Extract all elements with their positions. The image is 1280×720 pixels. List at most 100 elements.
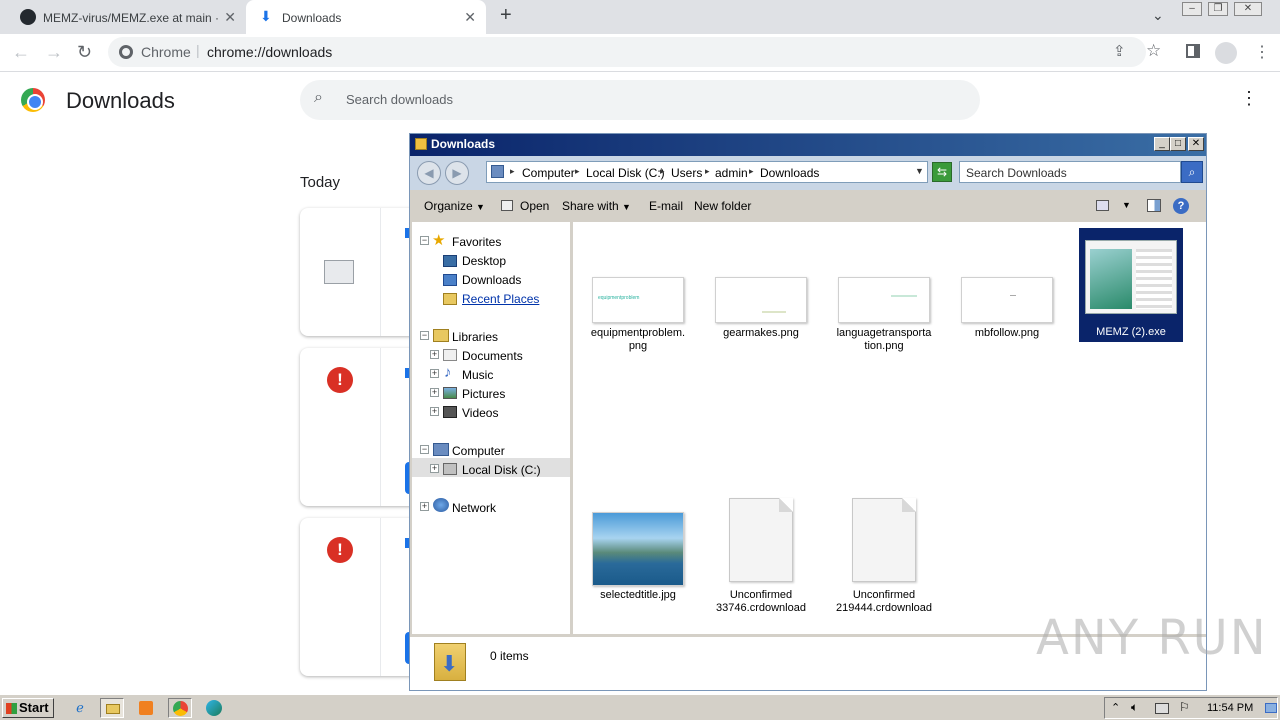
card-divider: [380, 348, 381, 506]
file-item[interactable]: selectedtitle.jpg: [583, 498, 693, 601]
breadcrumb-downloads[interactable]: Downloads: [760, 166, 819, 180]
edge-icon[interactable]: [202, 698, 226, 718]
maximize-button[interactable]: □: [1170, 137, 1186, 151]
nav-computer[interactable]: Computer: [452, 444, 505, 458]
nav-local-disk[interactable]: Local Disk (C:): [462, 463, 541, 477]
nav-network[interactable]: Network: [452, 501, 496, 515]
chevron-down-icon[interactable]: ▼: [915, 166, 924, 176]
command-bar: Organize ▼ Open Share with ▼ E-mail New …: [410, 190, 1206, 222]
image-thumbnail: equipmentproblem: [592, 277, 684, 323]
breadcrumb-admin[interactable]: admin: [715, 166, 748, 180]
forward-icon[interactable]: ▶: [445, 161, 469, 185]
refresh-icon[interactable]: ⇆: [932, 162, 952, 182]
nav-downloads[interactable]: Downloads: [462, 273, 521, 287]
address-bar[interactable]: Chrome | chrome://downloads ⇪: [108, 37, 1146, 67]
search-icon[interactable]: ⌕: [1181, 161, 1203, 183]
file-item[interactable]: mbfollow.png: [952, 272, 1062, 356]
nav-documents[interactable]: Documents: [462, 349, 523, 363]
file-item[interactable]: equipmentproblem equipmentproblem. png: [583, 272, 693, 356]
expand-icon[interactable]: +: [420, 502, 429, 511]
expand-icon[interactable]: +: [430, 407, 439, 416]
organize-button[interactable]: Organize ▼: [424, 199, 485, 213]
breadcrumb-local-disk[interactable]: Local Disk (C:): [586, 166, 665, 180]
view-icon[interactable]: [1096, 200, 1109, 211]
flag-icon[interactable]: ⚐: [1179, 700, 1190, 714]
tab-downloads[interactable]: ⬇ Downloads ✕: [246, 0, 486, 34]
minimize-button[interactable]: _: [1154, 137, 1170, 151]
open-button[interactable]: Open: [520, 199, 549, 213]
show-desktop-icon[interactable]: [1265, 703, 1277, 713]
expand-icon[interactable]: +: [430, 388, 439, 397]
new-folder-button[interactable]: New folder: [694, 199, 751, 213]
expand-icon[interactable]: +: [430, 350, 439, 359]
chrome-taskbar-icon[interactable]: [168, 698, 192, 718]
collapse-icon[interactable]: −: [420, 445, 429, 454]
file-item[interactable]: languagetransporta tion.png: [829, 272, 939, 356]
reload-icon[interactable]: ↻: [77, 42, 92, 63]
side-panel-icon[interactable]: [1186, 44, 1200, 58]
file-name-line2: 33746.crdownload: [716, 602, 806, 614]
star-icon[interactable]: ☆: [1146, 41, 1161, 61]
nav-favorites[interactable]: Favorites: [452, 235, 501, 249]
forward-icon[interactable]: →: [45, 42, 63, 63]
file-name-line1: mbfollow.png: [974, 327, 1040, 339]
expand-icon[interactable]: +: [430, 464, 439, 473]
new-tab-button[interactable]: +: [500, 4, 512, 27]
nav-videos[interactable]: Videos: [462, 406, 498, 420]
ie-icon[interactable]: ℯ: [68, 698, 92, 718]
restore-button[interactable]: ❐: [1208, 2, 1228, 16]
chevron-down-icon[interactable]: ▼: [1122, 200, 1131, 210]
explorer-taskbar-icon[interactable]: [100, 698, 124, 718]
collapse-icon[interactable]: −: [420, 331, 429, 340]
file-item-selected[interactable]: MEMZ (2).exe: [1079, 228, 1183, 342]
minimize-button[interactable]: –: [1182, 2, 1202, 16]
file-item[interactable]: Unconfirmed 219444.crdownload: [829, 498, 939, 614]
breadcrumb-computer[interactable]: Computer: [522, 166, 575, 180]
explorer-titlebar[interactable]: Downloads _ □ ✕: [410, 134, 1206, 156]
omnibox-url[interactable]: chrome://downloads: [207, 44, 332, 60]
explorer-search-input[interactable]: Search Downloads: [959, 161, 1181, 183]
tab-github-memz[interactable]: MEMZ-virus/MEMZ.exe at main · Dfm ✕: [8, 0, 246, 34]
file-name-line2: png: [628, 340, 648, 352]
tray-expand-icon[interactable]: ⌃: [1111, 701, 1120, 714]
preview-pane-icon[interactable]: [1147, 199, 1161, 212]
file-name-line1: equipmentproblem.: [590, 327, 686, 339]
start-button[interactable]: Start: [2, 698, 54, 718]
share-with-button[interactable]: Share with ▼: [562, 199, 631, 213]
back-icon[interactable]: ←: [12, 42, 30, 63]
network-tray-icon[interactable]: [1155, 703, 1169, 714]
close-icon[interactable]: ✕: [464, 9, 476, 26]
more-actions-icon[interactable]: ⋮: [1240, 88, 1258, 109]
breadcrumb[interactable]: ▸ Computer ▸ Local Disk (C:) ▸ Users ▸ a…: [486, 161, 928, 183]
close-window-button[interactable]: ✕: [1234, 2, 1262, 16]
close-icon[interactable]: ✕: [224, 9, 236, 26]
pictures-icon: [443, 387, 457, 399]
chrome-icon: [173, 701, 188, 716]
help-icon[interactable]: ?: [1173, 198, 1189, 214]
nav-pictures[interactable]: Pictures: [462, 387, 505, 401]
chevron-down-icon[interactable]: ⌄: [1152, 7, 1164, 24]
share-icon[interactable]: ⇪: [1113, 42, 1126, 60]
browser-toolbar: ← → ↻ Chrome | chrome://downloads ⇪ ☆ ⋮: [0, 34, 1280, 72]
nav-desktop[interactable]: Desktop: [462, 254, 506, 268]
start-label: Start: [19, 700, 49, 715]
chrome-menu-icon[interactable]: ⋮: [1254, 42, 1270, 62]
download-arrow-icon: ⬇: [440, 651, 459, 676]
file-item[interactable]: gearmakes.png: [706, 272, 816, 356]
nav-music[interactable]: Music: [462, 368, 493, 382]
email-button[interactable]: E-mail: [649, 199, 683, 213]
profile-avatar[interactable]: [1215, 42, 1237, 64]
volume-icon[interactable]: 🔈︎: [1131, 700, 1138, 715]
media-player-icon[interactable]: [134, 698, 158, 718]
collapse-icon[interactable]: −: [420, 236, 429, 245]
folder-icon: [106, 704, 120, 714]
downloads-search-input[interactable]: ⌕ Search downloads: [300, 80, 980, 120]
close-window-button[interactable]: ✕: [1188, 137, 1204, 151]
explorer-window: Downloads _ □ ✕ ◀ ▶ ▸ Computer ▸ Local D…: [409, 133, 1207, 691]
back-icon[interactable]: ◀: [417, 161, 441, 185]
nav-recent-places[interactable]: Recent Places: [462, 292, 539, 306]
nav-libraries[interactable]: Libraries: [452, 330, 498, 344]
breadcrumb-users[interactable]: Users: [671, 166, 702, 180]
file-item[interactable]: Unconfirmed 33746.crdownload: [706, 498, 816, 614]
expand-icon[interactable]: +: [430, 369, 439, 378]
